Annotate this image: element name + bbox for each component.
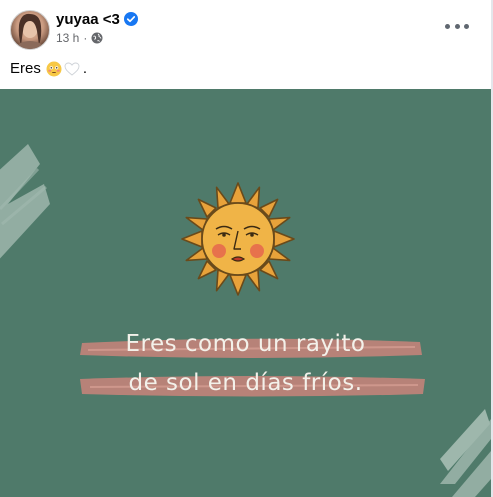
post-header: yuyaa <3 13 h · <box>0 0 491 58</box>
post-caption: Eres . <box>10 60 87 77</box>
post-meta: 13 h · <box>56 31 103 45</box>
more-dot-icon <box>445 23 450 29</box>
caption-period: . <box>82 60 88 77</box>
caption-text: Eres <box>10 60 41 77</box>
avatar-photo <box>16 13 44 49</box>
profile-avatar[interactable] <box>10 10 50 50</box>
brush-streak-left <box>0 144 50 259</box>
post-timestamp[interactable]: 13 h <box>56 31 79 45</box>
sun-illustration <box>181 182 295 296</box>
more-dot-icon <box>464 23 469 29</box>
verified-badge-icon <box>123 12 138 26</box>
quote-line-1: Eres como un rayito <box>125 331 366 357</box>
author-name[interactable]: yuyaa <3 <box>56 11 120 28</box>
flushed-face-emoji-icon <box>46 61 62 76</box>
more-options-button[interactable] <box>445 16 469 36</box>
public-globe-icon[interactable] <box>91 32 103 44</box>
white-heart-emoji-icon <box>64 62 80 76</box>
facebook-post: yuyaa <3 13 h · Eres . Eres como un rayi… <box>0 0 493 497</box>
post-image[interactable]: Eres como un rayito de sol en días fríos… <box>0 89 491 497</box>
meta-separator: · <box>83 31 88 45</box>
quote-line-2: de sol en días fríos. <box>128 370 363 396</box>
author-row: yuyaa <3 <box>56 10 138 28</box>
brush-streak-right <box>440 409 491 497</box>
post-image-artwork <box>0 144 491 497</box>
more-dot-icon <box>454 23 460 29</box>
